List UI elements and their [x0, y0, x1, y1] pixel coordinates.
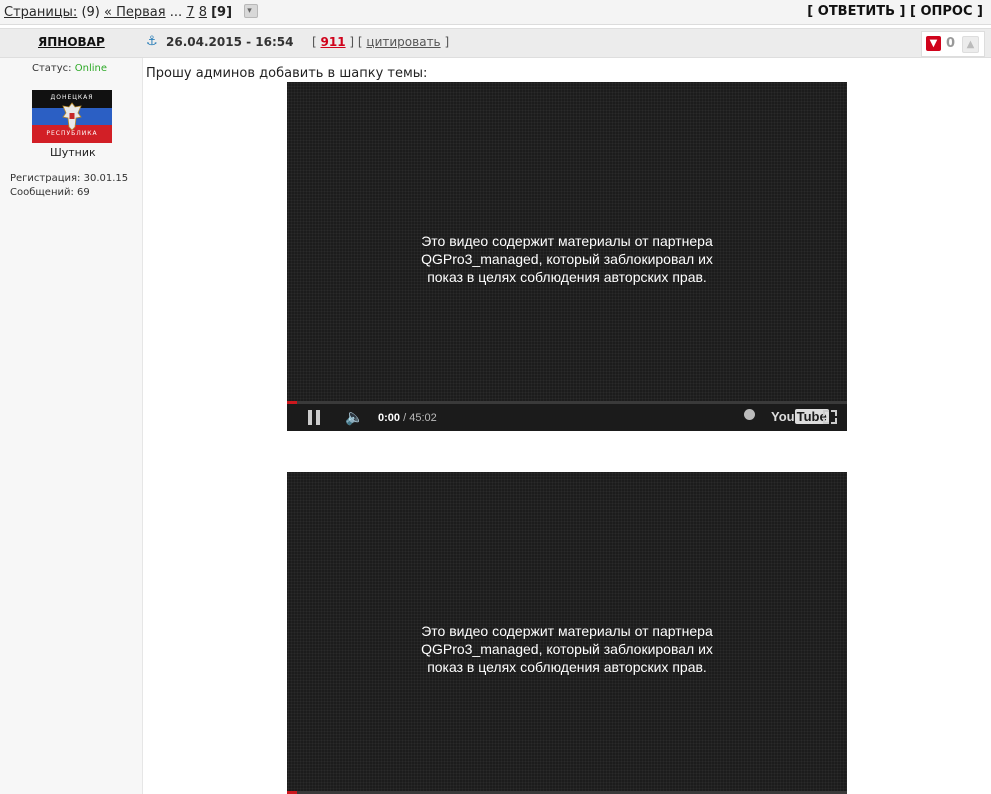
post-header: ЯПНОВАР ⚓ 26.04.2015 - 16:54 [ 911 ] [ ц… [0, 28, 991, 58]
fullscreen-icon[interactable] [823, 410, 837, 424]
anchor-icon[interactable]: ⚓ [146, 34, 158, 49]
bracket-close: ] [444, 35, 450, 49]
thumb-up-icon[interactable]: ▲ [962, 36, 979, 53]
video-blocked-notice: Это видео содержит материалы от партнера… [287, 232, 847, 286]
avatar: ДОНЕЦКАЯ РЕСПУБЛИКА [32, 90, 112, 143]
flag-bottom-text: РЕСПУБЛИКА [46, 130, 98, 137]
logo-you: You [771, 409, 795, 424]
pagination: Страницы: (9) « Первая ... 7 8 [9] ▾ [4, 4, 259, 20]
volume-icon[interactable]: 🔈 [345, 408, 364, 426]
user-rank: Шутник [50, 146, 96, 159]
user-sidebar: Статус: Online ДОНЕЦКАЯ РЕСПУБЛИКА Шутни… [0, 58, 143, 794]
pagination-bar: Страницы: (9) « Первая ... 7 8 [9] ▾ [ О… [0, 0, 991, 25]
notice-line-3: показ в целях соблюдения авторских прав. [427, 659, 707, 675]
flag-top-text: ДОНЕЦКАЯ [50, 94, 94, 101]
youtube-logo[interactable]: You Tube [771, 409, 829, 424]
time-total: 45:02 [409, 412, 437, 424]
pages-total: (9) [81, 5, 100, 20]
time-separator: / [400, 412, 410, 424]
status-label: Статус: [32, 63, 72, 74]
message-count: Сообщений: 69 [10, 187, 90, 198]
video-blocked-notice: Это видео содержит материалы от партнера… [287, 622, 847, 676]
notice-line-1: Это видео содержит материалы от партнера [421, 623, 713, 639]
quote-link[interactable]: цитировать [366, 35, 440, 49]
pages-label-link[interactable]: Страницы: [4, 5, 77, 20]
bracket-mid: ] [ [349, 35, 363, 49]
status-value: Online [74, 63, 107, 74]
page-8-link[interactable]: 8 [199, 5, 207, 20]
current-page: [9] [211, 5, 233, 20]
thumb-down-icon[interactable]: ▼ [926, 36, 941, 51]
watch-later-icon[interactable] [744, 409, 755, 420]
chevron-down-icon[interactable]: ▾ [244, 4, 259, 18]
video-player-1[interactable]: Это видео содержит материалы от партнера… [287, 82, 847, 431]
page-7-link[interactable]: 7 [186, 5, 194, 20]
pause-icon[interactable] [307, 410, 321, 425]
reply-button[interactable]: [ ОТВЕТИТЬ ] [807, 4, 905, 19]
user-status: Статус: Online [32, 63, 107, 74]
post-meta: [ 911 ] [ цитировать ] [312, 35, 449, 49]
topic-actions: [ ОТВЕТИТЬ ] [ ОПРОС ] [807, 4, 983, 19]
registration-date: Регистрация: 30.01.15 [10, 173, 129, 184]
poll-button[interactable]: [ ОПРОС ] [910, 4, 983, 19]
post-message: Прошу админов добавить в шапку темы: [146, 66, 428, 81]
notice-line-3: показ в целях соблюдения авторских прав. [427, 269, 707, 285]
post-date: 26.04.2015 - 16:54 [166, 35, 294, 49]
first-page-link[interactable]: « Первая [104, 5, 166, 20]
post-rating: ▼ 0 ▲ [921, 31, 985, 57]
video-controls: 🔈 0:00 / 45:02 You Tube [287, 404, 847, 431]
author-name-link[interactable]: ЯПНОВАР [38, 35, 105, 49]
time-current: 0:00 [378, 412, 401, 424]
pages-ellipsis: ... [169, 5, 183, 20]
post-number-link[interactable]: 911 [321, 35, 346, 49]
video-player-2[interactable]: Это видео содержит материалы от партнера… [287, 472, 847, 794]
notice-line-1: Это видео содержит материалы от партнера [421, 233, 713, 249]
notice-line-2: QGPro3_managed, который заблокировал их [421, 251, 713, 267]
user-stats: Регистрация: 30.01.15 Сообщений: 69 [10, 172, 128, 200]
eagle-emblem-icon [62, 102, 82, 131]
notice-line-2: QGPro3_managed, который заблокировал их [421, 641, 713, 657]
bracket-open: [ [312, 35, 317, 49]
video-time: 0:00 / 45:02 [378, 412, 437, 424]
rating-value: 0 [946, 36, 956, 51]
